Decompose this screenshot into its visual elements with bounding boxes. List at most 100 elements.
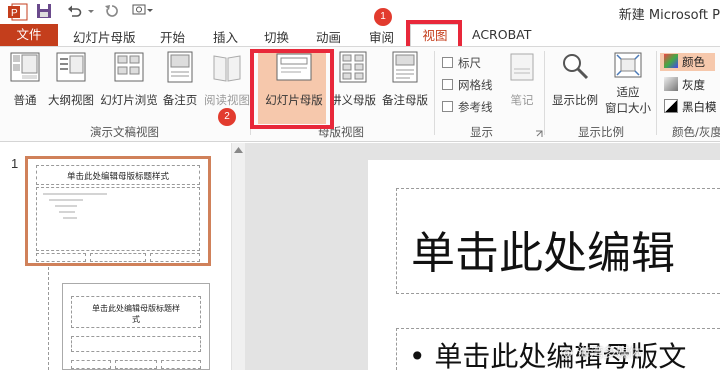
thumb1-title: 单击此处编辑母版标题样式 [66, 172, 169, 182]
thumb-number-placeholder [150, 253, 200, 262]
checkbox-box [442, 79, 453, 90]
fit-to-window-button[interactable]: 适应 窗口大小 [602, 51, 654, 116]
color-swatch-icon [664, 54, 678, 68]
checkbox-box [442, 57, 453, 68]
tab-transitions[interactable]: 切换 [264, 27, 289, 46]
powerpoint-logo-icon[interactable]: P [8, 3, 28, 24]
guides-checkbox[interactable]: 参考线 [442, 99, 493, 115]
grayscale-label: 灰度 [682, 78, 705, 92]
fit-label-line2: 窗口大小 [605, 101, 651, 115]
group-label-color: 颜色/灰度 [672, 125, 720, 139]
tab-file[interactable]: 文件 [0, 24, 58, 46]
divider [434, 51, 435, 135]
notes-master-icon [380, 51, 430, 86]
gridlines-checkbox[interactable]: 网格线 [442, 77, 493, 93]
redo-icon[interactable] [104, 3, 120, 22]
magnifier-icon [550, 51, 600, 86]
fit-label-line1: 适应 [616, 85, 640, 99]
black-white-label: 黑白模 [682, 100, 717, 114]
thumb2-title-line2: 式 [132, 315, 140, 324]
title-bar: P 新建 Microsoft P [0, 0, 720, 24]
tab-slide-master[interactable]: 幻灯片母版 [73, 27, 136, 46]
undo-dropdown-icon[interactable] [87, 3, 95, 22]
dialog-launcher-icon[interactable] [535, 127, 543, 141]
handout-master-label: 讲义母版 [330, 93, 376, 107]
reading-view-button[interactable]: 阅读视图 [202, 51, 252, 108]
color-label: 颜色 [682, 55, 705, 69]
undo-icon[interactable] [66, 3, 82, 22]
thumb-title-placeholder: 单击此处编辑母版标题样式 [36, 165, 200, 185]
tab-home[interactable]: 开始 [160, 27, 185, 46]
thumbnail-connector-line [48, 267, 49, 370]
thumb-title-placeholder: 单击此处编辑母版标题样 式 [71, 296, 201, 328]
reading-view-label: 阅读视图 [204, 93, 250, 107]
ruler-label: 标尺 [458, 56, 481, 70]
thumb-number-placeholder [161, 360, 201, 369]
notes-page-icon [160, 51, 200, 86]
title-placeholder[interactable]: 单击此处编辑 [396, 188, 720, 294]
window-title: 新建 Microsoft P [618, 8, 720, 23]
ruler-checkbox[interactable]: 标尺 [442, 55, 481, 71]
divider [544, 51, 545, 135]
reading-view-icon [202, 51, 252, 86]
thumb-body-placeholder [36, 187, 200, 251]
black-white-button[interactable]: 黑白模 [660, 99, 717, 115]
vertical-scrollbar[interactable] [231, 143, 245, 370]
thumb-subtitle-placeholder [71, 336, 201, 352]
grayscale-swatch-icon [664, 77, 678, 91]
slide-thumbnail-layout[interactable]: 单击此处编辑母版标题样 式 [62, 283, 210, 370]
save-icon[interactable] [36, 3, 52, 22]
customize-icon[interactable] [132, 3, 154, 22]
slide-master-button[interactable]: 幻灯片母版 [262, 51, 326, 108]
outline-view-icon [46, 51, 96, 86]
slide-master-label: 幻灯片母版 [265, 93, 323, 107]
ribbon-tabs: 文件 幻灯片母版 开始 插入 切换 动画 审阅 视图 ACROBAT [0, 24, 720, 48]
fit-to-window-icon [602, 51, 654, 82]
notes-icon [504, 51, 540, 86]
notes-page-label: 备注页 [162, 93, 198, 107]
outline-view-label: 大纲视图 [48, 93, 94, 107]
grayscale-button[interactable]: 灰度 [660, 77, 705, 93]
notes-button[interactable]: 笔记 [504, 51, 540, 108]
color-button[interactable]: 颜色 [660, 53, 715, 71]
outline-view-button[interactable]: 大纲视图 [46, 51, 96, 108]
slide-sorter-label: 幻灯片浏览 [100, 93, 158, 107]
gridlines-label: 网格线 [458, 78, 493, 92]
handout-master-icon [328, 51, 378, 86]
group-label-zoom: 显示比例 [578, 125, 624, 139]
slide-master-icon [262, 51, 326, 86]
divider [656, 51, 657, 135]
checkbox-box [442, 101, 453, 112]
tab-animations[interactable]: 动画 [316, 27, 341, 46]
annotation-badge-1: 1 [374, 8, 392, 26]
tab-insert[interactable]: 插入 [213, 27, 238, 46]
slide-thumbnail-master[interactable]: 单击此处编辑母版标题样式 [25, 156, 211, 266]
normal-view-button[interactable]: 普通 [8, 51, 42, 108]
ribbon: 普通 大纲视图 幻灯片浏览 备注页 阅读视图 演示文稿视图 幻灯片母版 讲义母版… [0, 46, 720, 142]
thumb-footer-placeholder [90, 253, 146, 262]
handout-master-button[interactable]: 讲义母版 [328, 51, 378, 108]
zoom-label: 显示比例 [552, 93, 598, 107]
slide-sorter-button[interactable]: 幻灯片浏览 [100, 51, 158, 108]
notes-label: 笔记 [510, 93, 534, 107]
tab-review[interactable]: 审阅 [369, 27, 394, 46]
normal-view-icon [8, 51, 42, 86]
notes-master-label: 备注母版 [382, 93, 428, 107]
notes-master-button[interactable]: 备注母版 [380, 51, 430, 108]
slide-sorter-icon [100, 51, 158, 86]
notes-page-button[interactable]: 备注页 [160, 51, 200, 108]
normal-view-label: 普通 [13, 93, 37, 107]
body-placeholder[interactable]: • 单击此处编辑母版文 [396, 328, 720, 370]
guides-label: 参考线 [458, 100, 493, 114]
group-label-presentation-views: 演示文稿视图 [90, 125, 159, 139]
svg-text:P: P [11, 8, 18, 19]
thumb-footer-placeholder [115, 360, 157, 369]
tab-acrobat[interactable]: ACROBAT [472, 27, 531, 42]
black-white-swatch-icon [664, 99, 678, 113]
group-label-show: 显示 [470, 125, 493, 139]
slide-number: 1 [11, 156, 19, 171]
thumb2-title-line1: 单击此处编辑母版标题样 [92, 304, 180, 313]
annotation-badge-2: 2 [218, 108, 236, 126]
zoom-button[interactable]: 显示比例 [550, 51, 600, 108]
watermark: @ 海湾多媒体 [560, 346, 643, 361]
